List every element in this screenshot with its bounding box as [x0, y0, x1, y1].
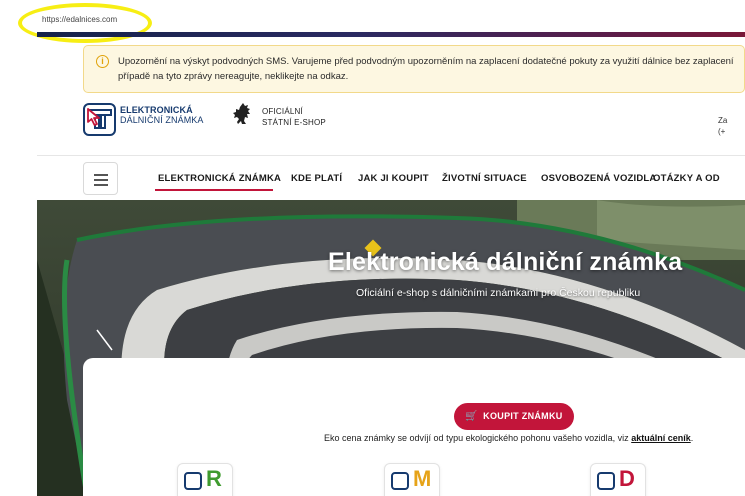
alert-text: Upozornění na výskyt podvodných SMS. Var…	[118, 54, 744, 84]
czech-lion-icon	[232, 102, 256, 134]
hamburger-menu-button[interactable]	[83, 162, 118, 195]
nav-item-zivotni-situace[interactable]: ŽIVOTNÍ SITUACE	[442, 173, 527, 184]
hamburger-line	[94, 184, 108, 186]
buy-button-label: KOUPIT ZNÁMKU	[483, 411, 563, 421]
top-gradient-bar	[37, 32, 745, 37]
alert-line-1: Upozornění na výskyt podvodných SMS. Var…	[118, 56, 734, 67]
cart-icon: 🛒	[465, 411, 479, 422]
sms-warning-alert: i Upozornění na výskyt podvodných SMS. V…	[83, 45, 745, 93]
official-eshop-badge: OFICIÁLNÍ STÁTNÍ E-SHOP	[232, 102, 342, 132]
nav-item-elektronicka-znamka[interactable]: ELEKTRONICKÁ ZNÁMKA	[158, 173, 281, 184]
nav-item-jak-ji-koupit[interactable]: JAK JI KOUPIT	[358, 173, 429, 184]
official-text-1: OFICIÁLNÍ	[262, 107, 303, 116]
price-note-end: .	[690, 433, 694, 443]
contact-line-1: Za	[718, 116, 728, 125]
vignette-type-card-m[interactable]: M	[384, 463, 440, 496]
page: https://edalnices.com i Upozornění na vý…	[0, 0, 745, 496]
buy-vignette-button[interactable]: 🛒 KOUPIT ZNÁMKU	[454, 403, 574, 430]
nav-item-otazky[interactable]: OTÁZKY A OD	[653, 173, 720, 184]
hamburger-line	[94, 179, 108, 181]
vignette-type-letter: M	[413, 466, 432, 491]
vignette-logo-icon	[597, 472, 615, 490]
site-logo[interactable]: ELEKTRONICKÁ DÁLNIČNÍ ZNÁMKA	[83, 103, 233, 145]
yellow-highlight-circle	[18, 3, 152, 43]
info-icon: i	[96, 55, 109, 68]
header-divider	[37, 155, 745, 156]
nav-item-osvobozena-vozidla[interactable]: OSVOBOZENÁ VOZIDLA	[541, 173, 657, 184]
vignette-logo-icon	[391, 472, 409, 490]
vignette-type-letter: R	[206, 466, 222, 491]
price-list-link[interactable]: aktuální ceník	[631, 433, 691, 443]
vignette-type-card-r[interactable]: R	[177, 463, 233, 496]
price-note: Eko cena známky se odvíjí od typu ekolog…	[324, 433, 693, 443]
alert-line-2: případě na tyto zprávy nereagujte, nekli…	[118, 71, 349, 82]
hamburger-line	[94, 174, 108, 176]
official-text-2: STÁTNÍ E-SHOP	[262, 118, 326, 127]
contact-info: Za (+	[718, 115, 727, 137]
vignette-logo-icon	[83, 103, 116, 136]
hero-subtitle: Oficiální e-shop s dálničními známkami p…	[356, 287, 641, 299]
vignette-type-card-d[interactable]: D	[590, 463, 646, 496]
active-nav-underline	[155, 189, 273, 191]
logo-text-line-1: ELEKTRONICKÁ	[120, 105, 193, 115]
vignette-logo-icon	[184, 472, 202, 490]
address-bar[interactable]: https://edalnices.com	[0, 0, 745, 43]
hero-title: Elektronická dálniční známka	[328, 248, 683, 276]
contact-line-2: (+	[718, 127, 726, 136]
price-note-text: Eko cena známky se odvíjí od typu ekolog…	[324, 433, 629, 443]
nav-item-kde-plati[interactable]: KDE PLATÍ	[291, 173, 342, 184]
vignette-type-letter: D	[619, 466, 635, 491]
logo-text-line-2: DÁLNIČNÍ ZNÁMKA	[120, 115, 204, 125]
